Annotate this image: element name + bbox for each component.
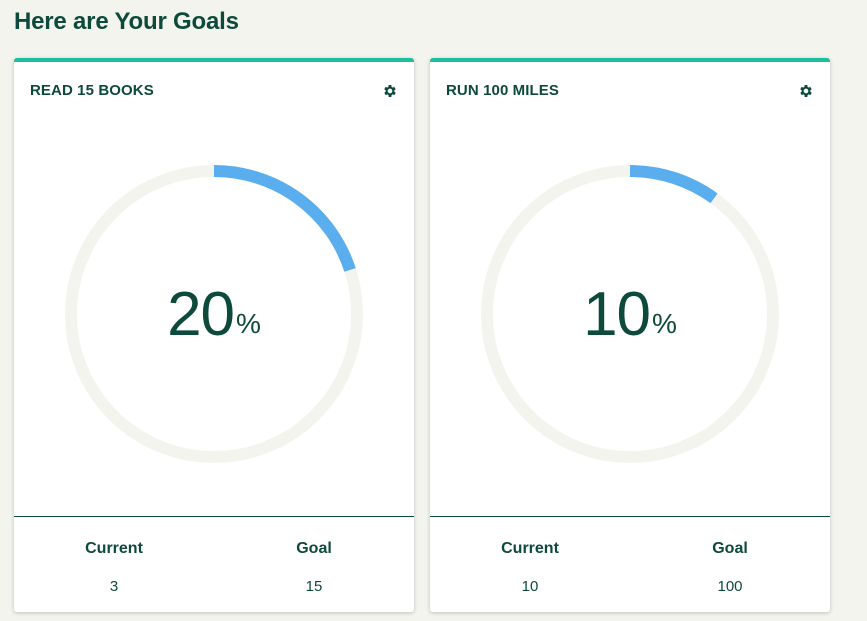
goal-stat: Goal 15	[254, 540, 374, 595]
current-value: 10	[521, 578, 539, 595]
percent-sign: %	[652, 308, 677, 339]
progress-percent: 20%	[62, 162, 366, 466]
goal-value: 100	[717, 578, 743, 595]
goal-value: 15	[305, 578, 323, 595]
goal-stat: Goal 100	[670, 540, 790, 595]
goal-title: READ 15 BOOKS	[30, 82, 154, 99]
goal-card-run-miles[interactable]: RUN 100 MILES 10% Current 10 Goal 100	[430, 58, 830, 612]
progress-percent: 10%	[478, 162, 782, 466]
current-value: 3	[109, 578, 119, 595]
percent-sign: %	[236, 308, 261, 339]
percent-value: 10	[583, 279, 651, 349]
gear-icon[interactable]	[382, 83, 398, 99]
progress-ring: 10%	[478, 162, 782, 466]
progress-ring: 20%	[62, 162, 366, 466]
current-stat: Current 10	[470, 540, 590, 595]
goal-label: Goal	[712, 540, 748, 557]
divider	[430, 516, 830, 517]
goal-title: RUN 100 MILES	[446, 82, 559, 99]
current-label: Current	[501, 540, 559, 557]
current-label: Current	[85, 540, 143, 557]
goal-card-read-books[interactable]: READ 15 BOOKS 20% Current 3 Goal 15	[14, 58, 414, 612]
gear-icon[interactable]	[798, 83, 814, 99]
goal-label: Goal	[296, 540, 332, 557]
percent-value: 20	[167, 279, 235, 349]
divider	[14, 516, 414, 517]
page-title: Here are Your Goals	[14, 8, 239, 35]
current-stat: Current 3	[54, 540, 174, 595]
